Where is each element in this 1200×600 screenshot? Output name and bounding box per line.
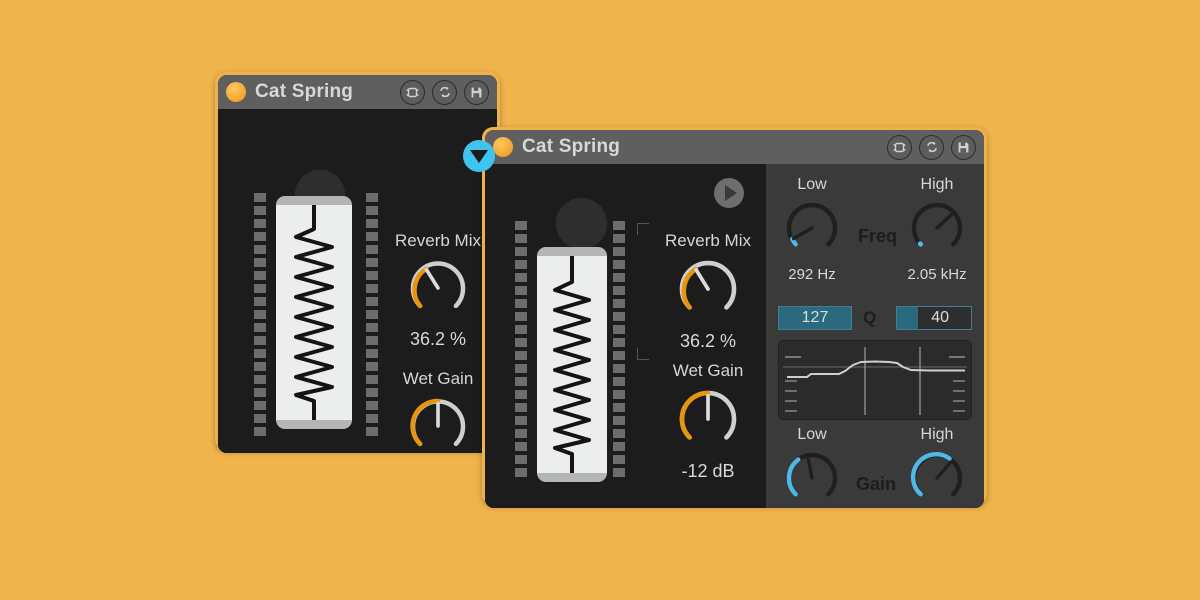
window-front-body: Reverb Mix 36.2 % Wet Gain -12 dB Low 29… bbox=[485, 164, 984, 508]
knob-low-freq[interactable] bbox=[781, 197, 843, 259]
knob-high-gain[interactable] bbox=[906, 447, 968, 508]
control-high-freq[interactable]: High 2.05 kHz bbox=[892, 176, 982, 283]
low-q-value: 127 bbox=[801, 309, 829, 326]
pickup-circle-icon bbox=[555, 197, 608, 250]
reload-icon[interactable] bbox=[432, 79, 457, 105]
knob-dial-graphic bbox=[679, 390, 737, 440]
knob-value-low-freq: 292 Hz bbox=[788, 266, 836, 283]
save-icon[interactable] bbox=[951, 134, 976, 160]
knob-label-wet-gain: Wet Gain bbox=[672, 361, 744, 380]
high-q-field[interactable]: 40 bbox=[896, 306, 972, 330]
device-activator-led[interactable] bbox=[493, 137, 513, 157]
save-icon[interactable] bbox=[464, 79, 489, 105]
play-icon[interactable] bbox=[714, 178, 744, 208]
ladder-strip-left bbox=[254, 193, 266, 436]
ladder-strip-right bbox=[366, 193, 378, 436]
knob-value-wet-gain: -12 dB bbox=[681, 461, 735, 481]
knob-dial-graphic bbox=[679, 260, 737, 310]
control-reverb-mix-front[interactable]: Reverb Mix 36.2 % bbox=[637, 223, 779, 360]
knob-label-low-gain: Low bbox=[797, 426, 827, 443]
collapse-triangle-icon[interactable] bbox=[463, 140, 495, 172]
window-front-title: Cat Spring bbox=[522, 136, 621, 157]
control-low-freq[interactable]: Low 292 Hz bbox=[768, 176, 856, 283]
spring-coil-path bbox=[294, 205, 334, 420]
knob-dial-graphic bbox=[911, 202, 963, 247]
control-high-gain[interactable]: High -9.8 dB bbox=[892, 426, 982, 508]
spring-visualizer-front bbox=[505, 197, 651, 487]
knob-low-gain[interactable] bbox=[781, 447, 843, 508]
knob-wet-gain[interactable] bbox=[673, 384, 743, 454]
high-q-value: 40 bbox=[931, 309, 949, 326]
knob-value-reverb-mix: 36.2 % bbox=[409, 329, 467, 349]
device-activator-led[interactable] bbox=[226, 82, 246, 102]
knob-dial-graphic bbox=[910, 452, 963, 497]
low-q-field[interactable]: 127 bbox=[778, 306, 852, 330]
eq-panel: Low 292 Hz Freq High 2.05 kHz 127 Q 40 L… bbox=[766, 164, 984, 508]
control-wet-gain-back[interactable]: Wet Gain -12 dB bbox=[383, 369, 493, 453]
window-front-titlebar-icons bbox=[887, 134, 976, 160]
knob-dial-graphic bbox=[410, 261, 466, 309]
window-front-inner: Cat Spring Reverb Mix 36.2 % Wet Gain -1… bbox=[485, 130, 984, 508]
spring-visualizer-back bbox=[246, 169, 386, 439]
map-icon[interactable] bbox=[887, 134, 912, 160]
gain-section-label: Gain bbox=[856, 474, 897, 494]
window-back-panel: Reverb Mix 36.2 % Wet Gain bbox=[218, 109, 497, 453]
spring-coil-display[interactable] bbox=[537, 247, 607, 482]
control-low-gain[interactable]: Low -14 dB bbox=[768, 426, 856, 508]
knob-label-wet-gain: Wet Gain bbox=[402, 369, 474, 388]
device-window-back[interactable]: Cat Spring Reverb Mix 36.2 % Wet Gain bbox=[215, 72, 500, 453]
play-triangle-glyph bbox=[724, 185, 737, 201]
ladder-strip-left bbox=[515, 221, 527, 477]
knob-high-freq[interactable] bbox=[906, 197, 968, 259]
knob-label-reverb-mix: Reverb Mix bbox=[395, 231, 481, 250]
map-icon[interactable] bbox=[400, 79, 425, 105]
control-reverb-mix-back[interactable]: Reverb Mix 36.2 % bbox=[383, 231, 493, 350]
eq-curve-graphic bbox=[783, 347, 967, 415]
knob-dial-graphic bbox=[786, 202, 838, 247]
eq-curve-display[interactable] bbox=[778, 340, 972, 420]
window-back-titlebar[interactable]: Cat Spring bbox=[218, 75, 497, 109]
window-front-titlebar[interactable]: Cat Spring bbox=[485, 130, 984, 164]
spring-coil-path bbox=[553, 256, 591, 473]
knob-wet-gain[interactable] bbox=[404, 392, 472, 453]
knob-value-high-freq: 2.05 kHz bbox=[907, 266, 967, 283]
window-back-title: Cat Spring bbox=[255, 81, 354, 102]
window-back-body: Reverb Mix 36.2 % Wet Gain bbox=[218, 109, 497, 453]
knob-reverb-mix[interactable] bbox=[404, 254, 472, 322]
window-front-spring-panel: Reverb Mix 36.2 % Wet Gain -12 dB bbox=[485, 164, 779, 508]
knob-reverb-mix[interactable] bbox=[673, 254, 743, 324]
knob-label-reverb-mix: Reverb Mix bbox=[665, 231, 751, 250]
window-back-titlebar-icons bbox=[400, 79, 489, 105]
reload-icon[interactable] bbox=[919, 134, 944, 160]
spring-coil-display[interactable] bbox=[276, 196, 352, 429]
device-window-front[interactable]: Cat Spring Reverb Mix 36.2 % Wet Gain -1… bbox=[482, 127, 987, 508]
knob-value-reverb-mix: 36.2 % bbox=[679, 331, 737, 351]
knob-dial-graphic bbox=[410, 398, 466, 447]
knob-label-low-freq: Low bbox=[797, 176, 827, 193]
knob-label-high-freq: High bbox=[920, 176, 954, 193]
q-section-label: Q bbox=[863, 308, 877, 327]
ladder-strip-right bbox=[613, 221, 625, 477]
knob-label-high-gain: High bbox=[920, 426, 954, 443]
knob-dial-graphic bbox=[786, 452, 838, 497]
control-wet-gain-front[interactable]: Wet Gain -12 dB bbox=[653, 361, 763, 482]
chevron-down-glyph bbox=[470, 149, 488, 163]
window-back-inner: Cat Spring Reverb Mix 36.2 % Wet Gain bbox=[218, 75, 497, 453]
